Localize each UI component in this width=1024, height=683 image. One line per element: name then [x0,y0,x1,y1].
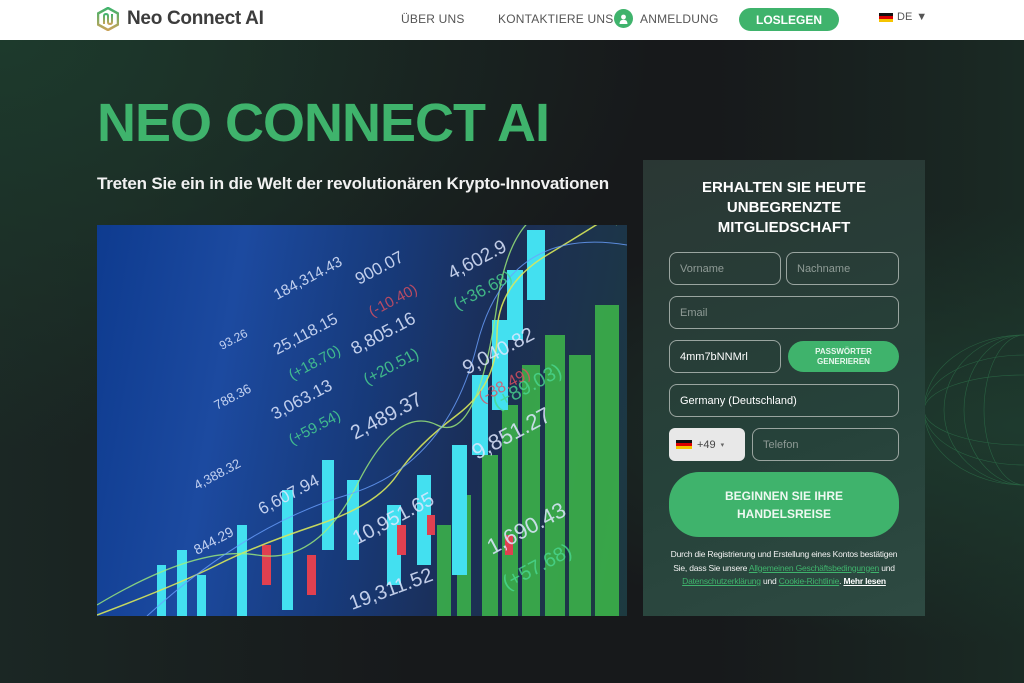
button-label-line: BEGINNEN SIE IHRE [724,488,844,503]
svg-text:(+20.51): (+20.51) [361,345,422,388]
hexagon-logo-icon [97,7,119,31]
email-input[interactable] [669,296,899,329]
read-more-link[interactable]: Mehr lesen [843,576,886,586]
form-title-line: UNBEGRENZTE [726,199,842,216]
last-name-input[interactable] [786,252,899,285]
nav-link-contact[interactable]: KONTAKTIERE UNS [498,12,613,26]
legal-text: und [760,576,779,586]
svg-text:844.29: 844.29 [191,523,237,557]
phone-input[interactable] [752,428,899,461]
brand-name: Neo Connect AI [127,8,264,29]
hero-subtitle: Treten Sie ein in die Welt der revolutio… [97,174,609,193]
nav-link-about[interactable]: ÜBER UNS [401,12,465,26]
germany-flag-icon [879,12,893,22]
caret-down-icon: ▼ [916,11,928,23]
svg-text:900.07: 900.07 [352,247,407,288]
legal-disclaimer: Durch die Registrierung und Erstellung e… [665,548,903,589]
top-navigation-bar: Neo Connect AI ÜBER UNS KONTAKTIERE UNS … [0,0,1024,40]
button-label-line: HANDELSREISE [736,506,831,521]
legal-text: und [879,562,895,573]
germany-flag-icon [676,439,692,450]
first-name-input[interactable] [669,252,781,285]
password-input[interactable] [669,340,781,373]
form-title-line: ERHALTEN SIE HEUTE [702,179,866,196]
svg-text:93.26: 93.26 [217,326,250,353]
svg-text:4,388.32: 4,388.32 [191,456,243,493]
get-started-button[interactable]: LOSLEGEN [739,8,839,31]
generate-password-button[interactable]: PASSWÖRTER GENERIEREN [788,341,899,372]
hero-title: NEO CONNECT AI [97,93,550,153]
button-label-line: PASSWÖRTER [815,346,872,356]
brand-logo[interactable]: Neo Connect AI [97,7,264,31]
caret-down-icon: ▾ [720,441,725,449]
country-input[interactable] [669,384,899,417]
svg-text:788.36: 788.36 [211,381,253,413]
submit-button[interactable]: BEGINNEN SIE IHRE HANDELSREISE [669,472,899,537]
language-selector[interactable]: DE ▼ [879,11,927,23]
privacy-link[interactable]: Datenschutzerklärung [682,576,761,586]
nav-login-link[interactable]: ANMELDUNG [614,9,718,28]
nav-login-label: ANMELDUNG [640,11,719,26]
decorative-mesh-globe [923,334,1024,486]
stock-market-image: 184,314.43 900.07 93.26 25,118.15 8,805.… [97,225,627,616]
svg-text:184,314.43: 184,314.43 [271,253,345,303]
language-code: DE [897,11,913,23]
svg-text:2,489.37: 2,489.37 [347,388,426,444]
phone-code: +49 [697,438,716,451]
user-icon [614,9,633,28]
cookie-policy-link[interactable]: Cookie-Richtlinie [779,576,840,586]
form-title-line: MITGLIEDSCHAFT [717,219,851,236]
form-title: ERHALTEN SIE HEUTE UNBEGRENZTE MITGLIEDS… [643,178,925,238]
terms-link[interactable]: Allgemeinen Geschäftsbedingungen [749,563,879,573]
signup-form: ERHALTEN SIE HEUTE UNBEGRENZTE MITGLIEDS… [643,160,925,616]
phone-country-code-selector[interactable]: +49 ▾ [669,428,745,461]
stock-chart-illustration: 184,314.43 900.07 93.26 25,118.15 8,805.… [97,225,627,616]
button-label-line: GENERIEREN [817,356,870,366]
